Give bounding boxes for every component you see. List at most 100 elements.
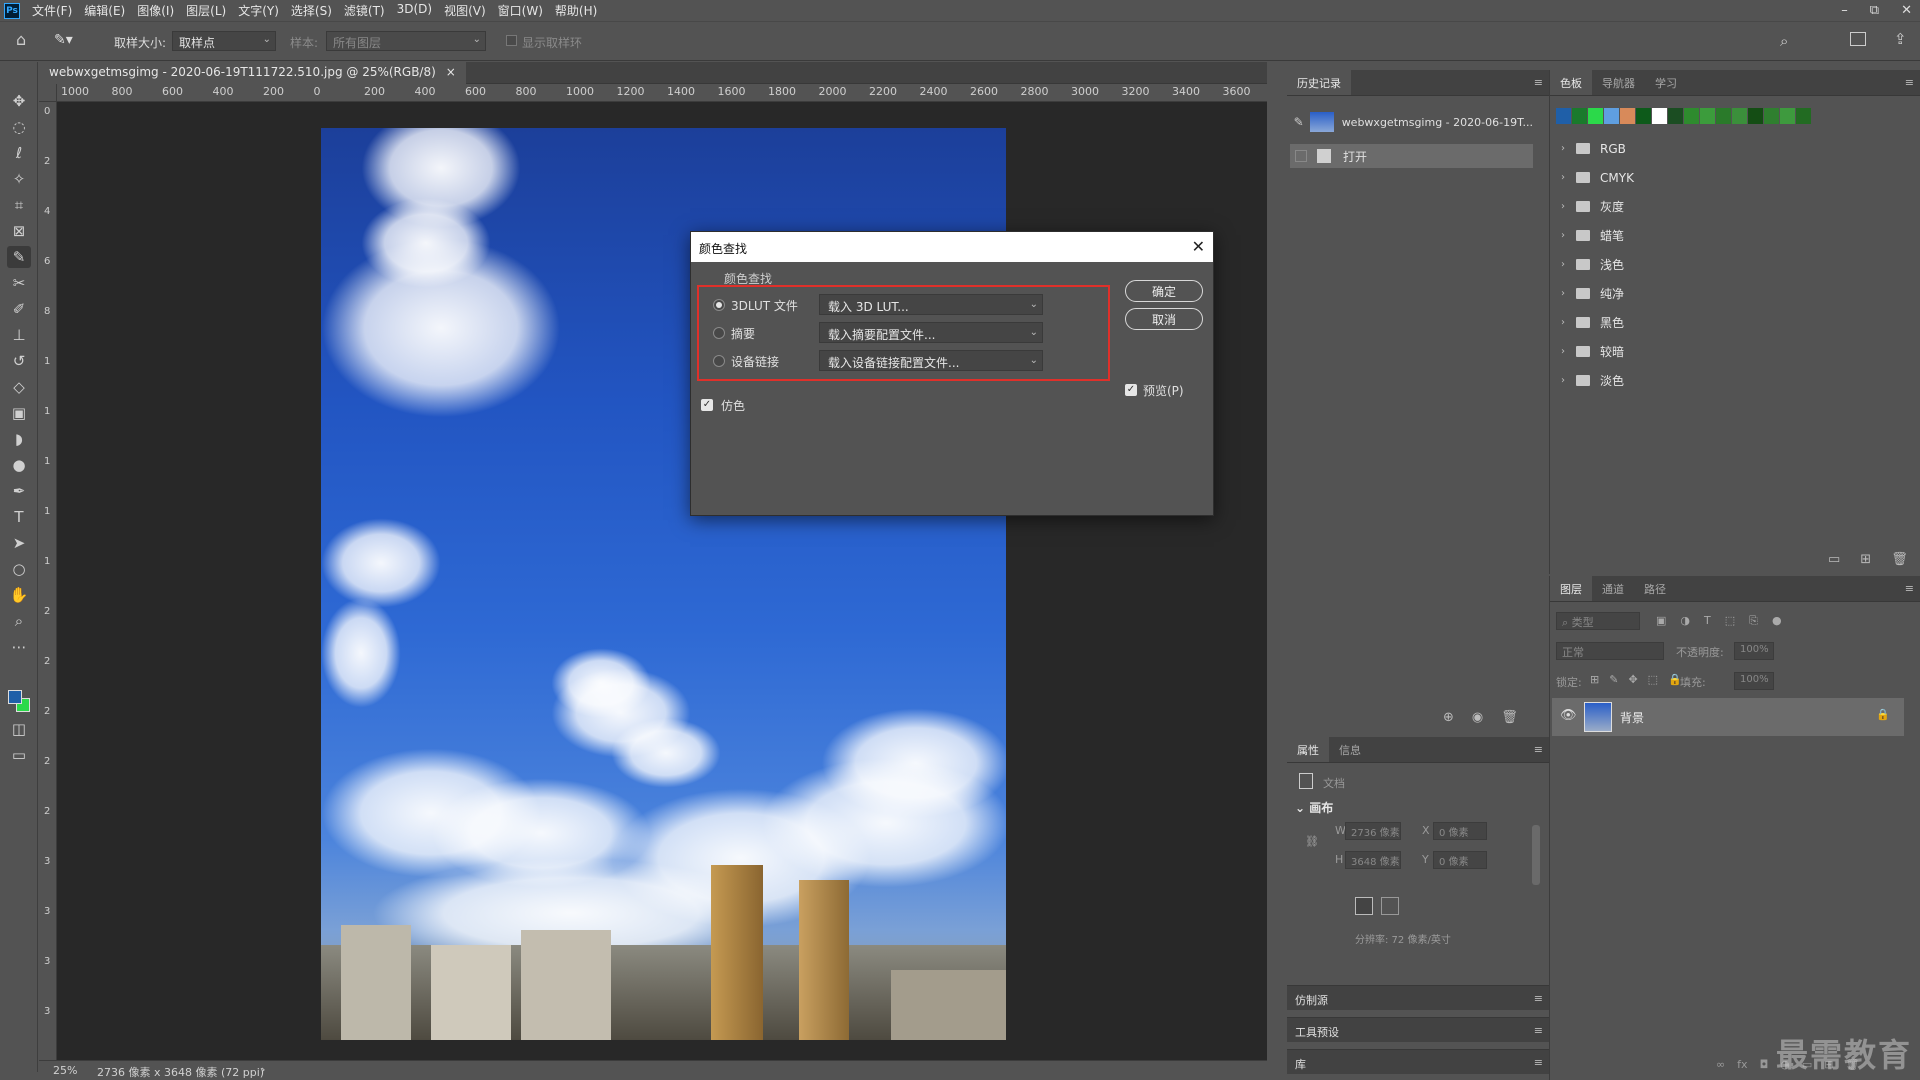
eyedropper-preset-icon[interactable]: ✎▾ <box>54 32 73 48</box>
color-swatch[interactable] <box>1604 108 1619 124</box>
hand-tool-icon[interactable]: ✋ <box>7 584 31 606</box>
more-tools-icon[interactable]: ⋯ <box>7 636 31 658</box>
chevron-right-icon[interactable]: › <box>1556 230 1570 241</box>
color-swatch[interactable] <box>1652 108 1667 124</box>
chevron-right-icon[interactable]: › <box>1556 259 1570 270</box>
tab-swatches[interactable]: 色板 <box>1550 69 1592 95</box>
chevron-right-icon[interactable]: › <box>1556 346 1570 357</box>
tab-layers[interactable]: 图层 <box>1550 575 1592 601</box>
eye-icon[interactable]: 👁 <box>1560 708 1577 723</box>
swatch-group[interactable]: › 浅色 <box>1556 250 1911 279</box>
filter-toggle-icon[interactable]: ● <box>1772 614 1782 628</box>
history-brush-icon[interactable]: ↺ <box>7 350 31 372</box>
portrait-orientation-icon[interactable] <box>1355 897 1373 915</box>
color-swatch[interactable] <box>1572 108 1587 124</box>
lock-icon[interactable]: 🔒 <box>1876 708 1890 721</box>
swatch-group[interactable]: › 灰度 <box>1556 192 1911 221</box>
gradient-tool-icon[interactable]: ▣ <box>7 402 31 424</box>
menu-item[interactable]: 视图(V) <box>438 2 492 19</box>
tab-info[interactable]: 信息 <box>1329 736 1371 762</box>
cancel-button[interactable]: 取消 <box>1125 308 1203 330</box>
trash-icon[interactable]: 🗑 <box>1891 552 1908 567</box>
color-swatch[interactable] <box>1764 108 1779 124</box>
fill-field[interactable]: 100% <box>1734 672 1774 690</box>
magic-wand-tool-icon[interactable]: ✧ <box>7 168 31 190</box>
color-swatch[interactable] <box>1716 108 1731 124</box>
menu-item[interactable]: 文字(Y) <box>232 2 285 19</box>
new-swatch-icon[interactable]: ⊞ <box>1860 552 1871 567</box>
color-swatch[interactable] <box>1732 108 1747 124</box>
blur-tool-icon[interactable]: ◗ <box>7 428 31 450</box>
tab-paths[interactable]: 路径 <box>1634 575 1676 601</box>
restore-icon[interactable]: ⧉ <box>1870 3 1879 18</box>
menu-item[interactable]: 窗口(W) <box>492 2 549 19</box>
landscape-orientation-icon[interactable] <box>1381 897 1399 915</box>
color-swatch[interactable] <box>1684 108 1699 124</box>
fx-icon[interactable]: fx <box>1737 1058 1747 1071</box>
horizontal-ruler[interactable]: 1000 800 600 400 200 0 200 400 600 800 1000 1200 140… <box>57 84 1267 102</box>
minimize-icon[interactable]: – <box>1841 3 1848 18</box>
tab-properties[interactable]: 属性 <box>1287 736 1329 762</box>
eraser-tool-icon[interactable]: ◇ <box>7 376 31 398</box>
type-filter-icon[interactable]: T <box>1704 614 1711 628</box>
chevron-right-icon[interactable]: › <box>1556 143 1570 154</box>
close-window-icon[interactable]: ✕ <box>1901 3 1912 18</box>
move-tool-icon[interactable]: ✥ <box>7 90 31 112</box>
blend-mode-select[interactable]: 正常 <box>1556 642 1664 660</box>
close-tab-icon[interactable]: × <box>446 65 456 81</box>
crop-tool-icon[interactable]: ⌗ <box>7 194 31 216</box>
workspace-icon[interactable] <box>1850 32 1866 46</box>
path-select-icon[interactable]: ➤ <box>7 532 31 554</box>
mask-icon[interactable]: ◘ <box>1760 1058 1769 1071</box>
search-icon[interactable]: ⌕ <box>1780 32 1788 50</box>
tool-presets-panel[interactable]: 工具预设 ≡ <box>1287 1017 1549 1042</box>
color-swatch[interactable] <box>1668 108 1683 124</box>
chevron-right-icon[interactable]: › <box>1556 317 1570 328</box>
zoom-level[interactable]: 25% <box>53 1064 77 1077</box>
chevron-right-icon[interactable]: › <box>1556 375 1570 386</box>
x-field[interactable]: 0 像素 <box>1433 822 1487 840</box>
panel-menu-icon[interactable]: ≡ <box>1534 1056 1543 1069</box>
menu-item[interactable]: 选择(S) <box>285 2 338 19</box>
swatch-group[interactable]: › 淡色 <box>1556 366 1911 395</box>
healing-tool-icon[interactable]: ✂ <box>7 272 31 294</box>
color-swatch[interactable] <box>1620 108 1635 124</box>
new-group-icon[interactable]: ▭ <box>1828 552 1840 567</box>
layer-row-background[interactable]: 👁 背景 🔒 <box>1552 698 1904 736</box>
step-checkbox[interactable] <box>1295 150 1307 162</box>
camera-icon[interactable]: ◉ <box>1472 710 1483 725</box>
menu-item[interactable]: 图像(I) <box>131 2 180 19</box>
color-swatch[interactable] <box>1636 108 1651 124</box>
status-arrow-icon[interactable]: › <box>261 1063 265 1076</box>
swatch-group[interactable]: › RGB <box>1556 134 1911 163</box>
color-swatch[interactable] <box>1748 108 1763 124</box>
swatch-group[interactable]: › 蜡笔 <box>1556 221 1911 250</box>
link-icon[interactable]: ⛓ <box>1305 835 1319 848</box>
preview-checkbox[interactable]: ✓ <box>1125 384 1137 396</box>
chevron-right-icon[interactable]: › <box>1556 201 1570 212</box>
tab-channels[interactable]: 通道 <box>1592 575 1634 601</box>
history-snapshot[interactable]: ✎ webwxgetmsgimg - 2020-06-19T... <box>1287 110 1533 134</box>
width-field[interactable]: 2736 像素 <box>1345 822 1401 840</box>
panel-menu-icon[interactable]: ≡ <box>1534 743 1543 756</box>
sample-size-select[interactable]: 取样点 ⌄ <box>172 31 276 51</box>
eyedropper-tool-icon[interactable]: ✎ <box>7 246 31 268</box>
y-field[interactable]: 0 像素 <box>1433 851 1487 869</box>
ruler-origin[interactable] <box>39 84 57 102</box>
clone-source-panel[interactable]: 仿制源 ≡ <box>1287 985 1549 1010</box>
lock-position-icon[interactable]: ✥ <box>1628 673 1637 686</box>
color-swatch[interactable] <box>1796 108 1811 124</box>
panel-menu-icon[interactable]: ≡ <box>1534 992 1543 1005</box>
panel-menu-icon[interactable]: ≡ <box>1534 1024 1543 1037</box>
adjustment-filter-icon[interactable]: ◑ <box>1680 614 1690 628</box>
menu-item[interactable]: 3D(D) <box>391 2 438 19</box>
close-icon[interactable]: ✕ <box>1192 237 1205 256</box>
panel-menu-icon[interactable]: ≡ <box>1905 582 1914 595</box>
swatch-group[interactable]: › 较暗 <box>1556 337 1911 366</box>
document-tab[interactable]: webwxgetmsgimg - 2020-06-19T111722.510.j… <box>39 62 466 84</box>
menu-item[interactable]: 帮助(H) <box>549 2 603 19</box>
menu-item[interactable]: 图层(L) <box>180 2 232 19</box>
lock-artboard-icon[interactable]: ⬚ <box>1648 673 1658 686</box>
chevron-right-icon[interactable]: › <box>1556 172 1570 183</box>
lock-pixels-icon[interactable]: ✎ <box>1609 673 1618 686</box>
